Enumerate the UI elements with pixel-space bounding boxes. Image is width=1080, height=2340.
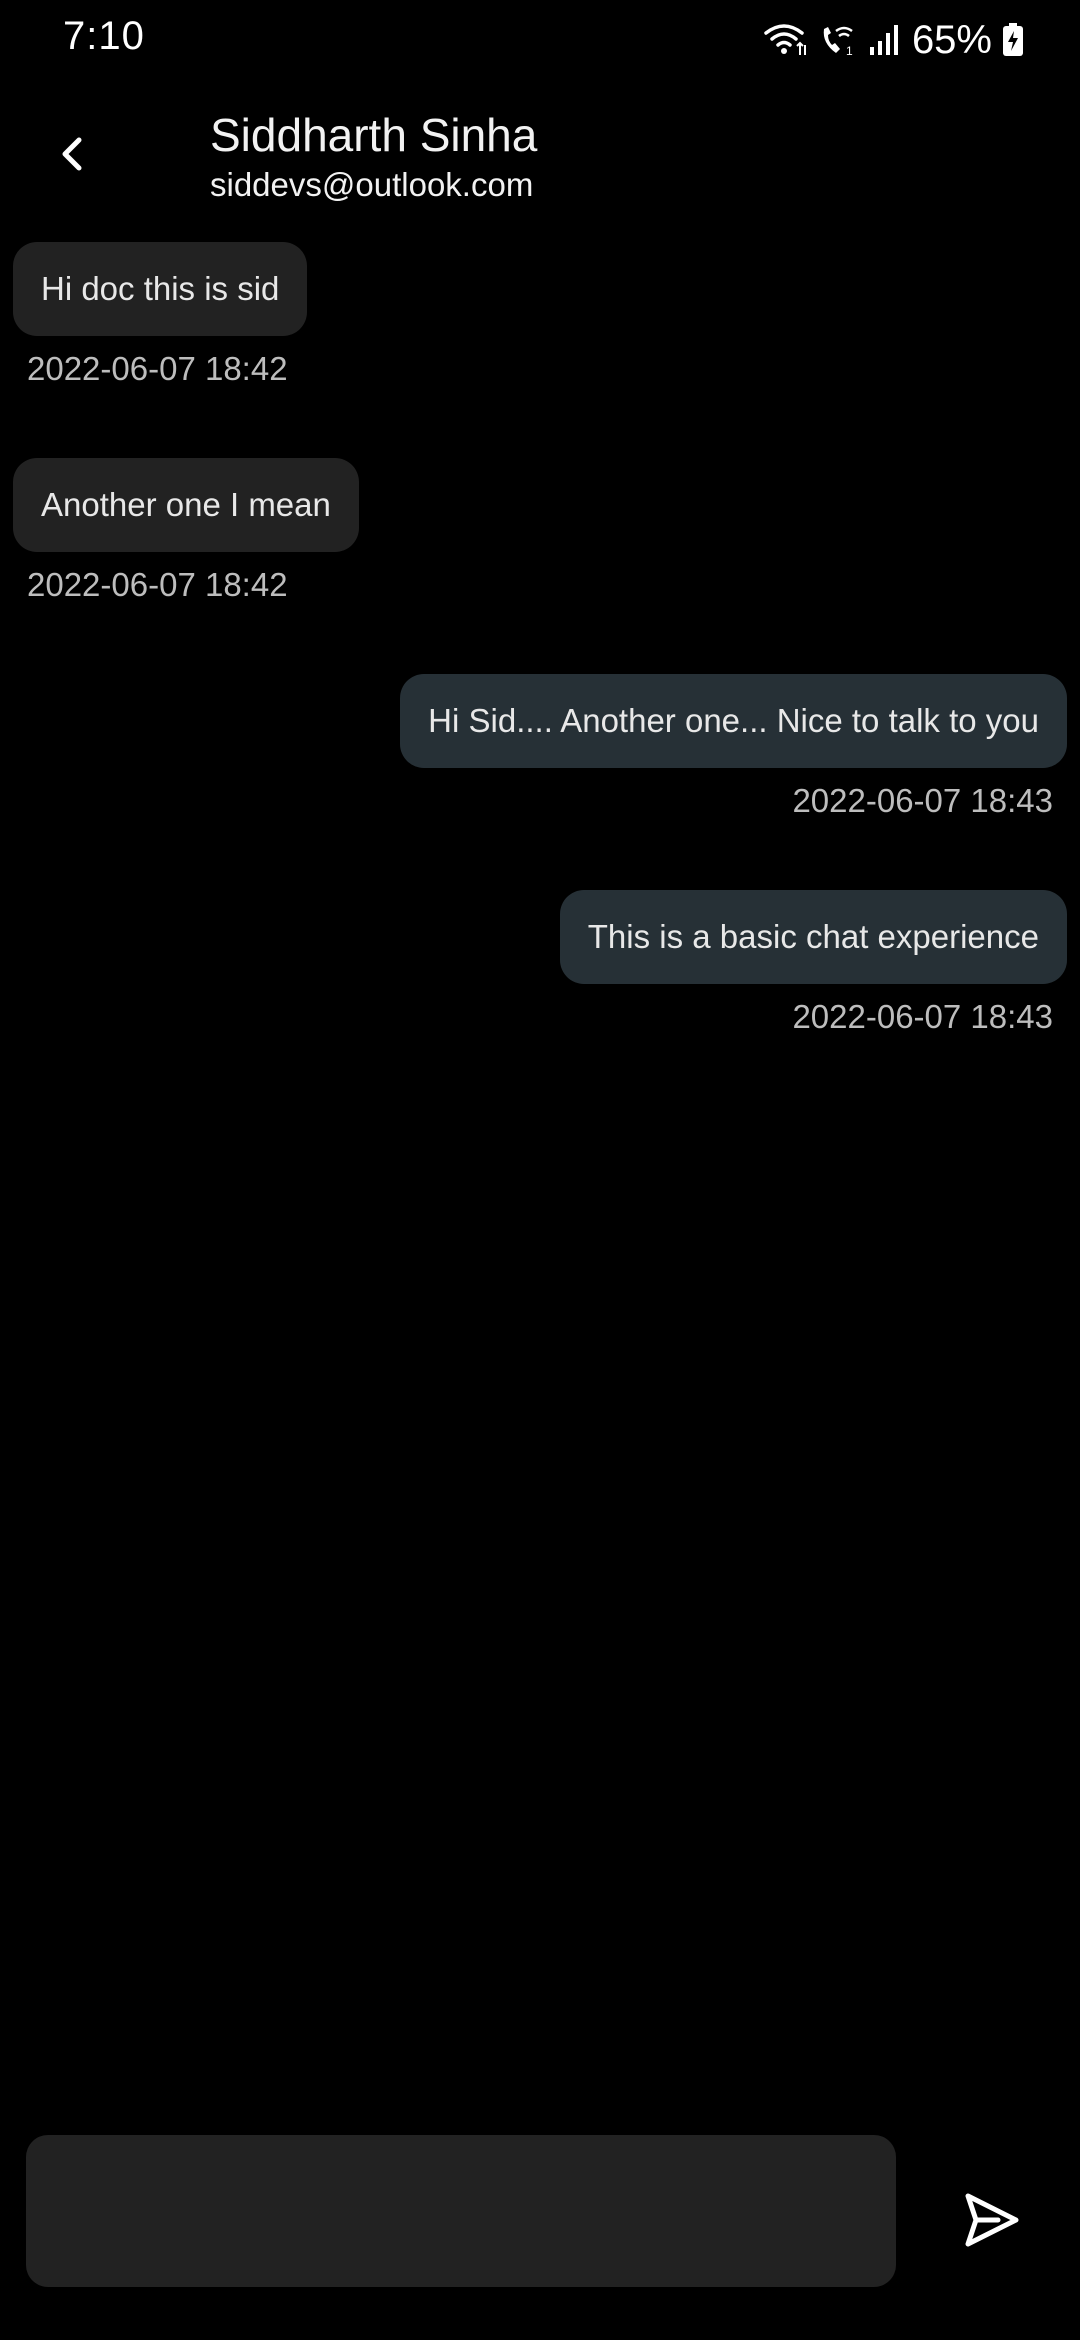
status-time: 7:10 bbox=[63, 14, 145, 58]
message-timestamp: 2022-06-07 18:42 bbox=[27, 566, 288, 603]
message-timestamp: 2022-06-07 18:42 bbox=[27, 350, 288, 387]
message-bubble[interactable]: Hi doc this is sid bbox=[13, 242, 308, 336]
signal-icon bbox=[868, 23, 898, 57]
battery-percent: 65% bbox=[911, 17, 992, 62]
message-bubble[interactable]: Hi Sid.... Another one... Nice to talk t… bbox=[400, 674, 1067, 768]
message-bubble[interactable]: This is a basic chat experience bbox=[559, 890, 1067, 984]
message-input[interactable] bbox=[26, 2135, 896, 2287]
back-button[interactable] bbox=[40, 120, 104, 192]
contact-email: siddevs@outlook.com bbox=[210, 166, 534, 203]
wifi-calling-icon: 1 bbox=[818, 21, 858, 59]
wifi-icon bbox=[764, 21, 808, 59]
send-icon bbox=[962, 2190, 1022, 2255]
message-timestamp: 2022-06-07 18:43 bbox=[792, 782, 1053, 819]
status-bar: 7:10 1 65% bbox=[0, 0, 1080, 80]
chat-header: Siddharth Sinha siddevs@outlook.com bbox=[0, 100, 1080, 220]
battery-charging-icon bbox=[1002, 23, 1024, 57]
send-button[interactable] bbox=[956, 2186, 1028, 2258]
message-timestamp: 2022-06-07 18:43 bbox=[792, 998, 1053, 1035]
chevron-left-icon bbox=[57, 134, 87, 179]
svg-text:1: 1 bbox=[846, 44, 853, 58]
contact-name: Siddharth Sinha bbox=[210, 109, 538, 161]
message-bubble[interactable]: Another one I mean bbox=[13, 458, 359, 552]
status-icons: 1 65% bbox=[764, 18, 1024, 62]
